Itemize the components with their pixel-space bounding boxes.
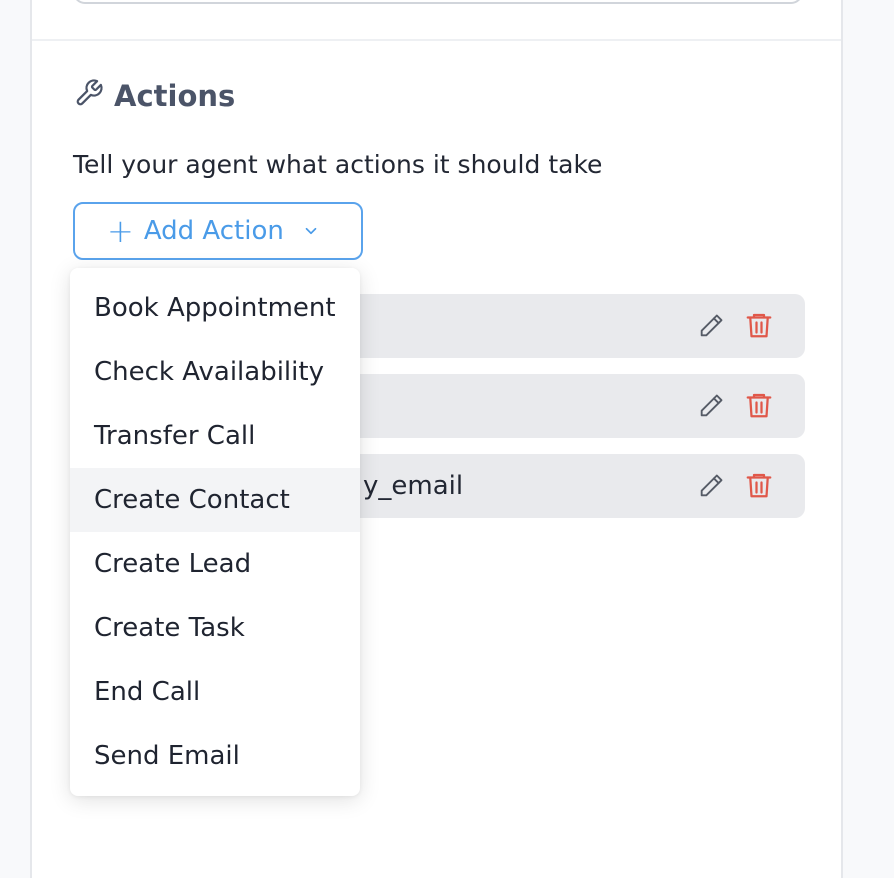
section-description: Tell your agent what actions it should t…: [73, 150, 603, 179]
plus-icon: +: [107, 212, 134, 250]
action-name: y_email: [363, 471, 464, 501]
trash-icon[interactable]: [744, 470, 774, 500]
trash-icon[interactable]: [744, 310, 774, 340]
menu-item-send-email[interactable]: Send Email: [70, 724, 360, 788]
menu-item-end-call[interactable]: End Call: [70, 660, 360, 724]
add-action-button[interactable]: + Add Action: [73, 202, 363, 260]
menu-item-check-availability[interactable]: Check Availability: [70, 340, 360, 404]
pencil-icon[interactable]: [697, 472, 725, 500]
wrench-icon: [74, 78, 104, 115]
menu-item-create-contact[interactable]: Create Contact: [70, 468, 360, 532]
menu-item-create-task[interactable]: Create Task: [70, 596, 360, 660]
menu-item-transfer-call[interactable]: Transfer Call: [70, 404, 360, 468]
chevron-down-icon: [305, 227, 317, 235]
add-action-dropdown: Book Appointment Check Availability Tran…: [70, 268, 360, 796]
section-divider: [32, 39, 841, 41]
menu-item-create-lead[interactable]: Create Lead: [70, 532, 360, 596]
pencil-icon[interactable]: [697, 312, 725, 340]
section-header: Actions: [74, 76, 235, 116]
pencil-icon[interactable]: [697, 392, 725, 420]
menu-item-book-appointment[interactable]: Book Appointment: [70, 276, 360, 340]
trash-icon[interactable]: [744, 390, 774, 420]
section-title: Actions: [114, 79, 236, 113]
add-action-label: Add Action: [143, 216, 284, 246]
previous-text-field[interactable]: [73, 0, 803, 4]
